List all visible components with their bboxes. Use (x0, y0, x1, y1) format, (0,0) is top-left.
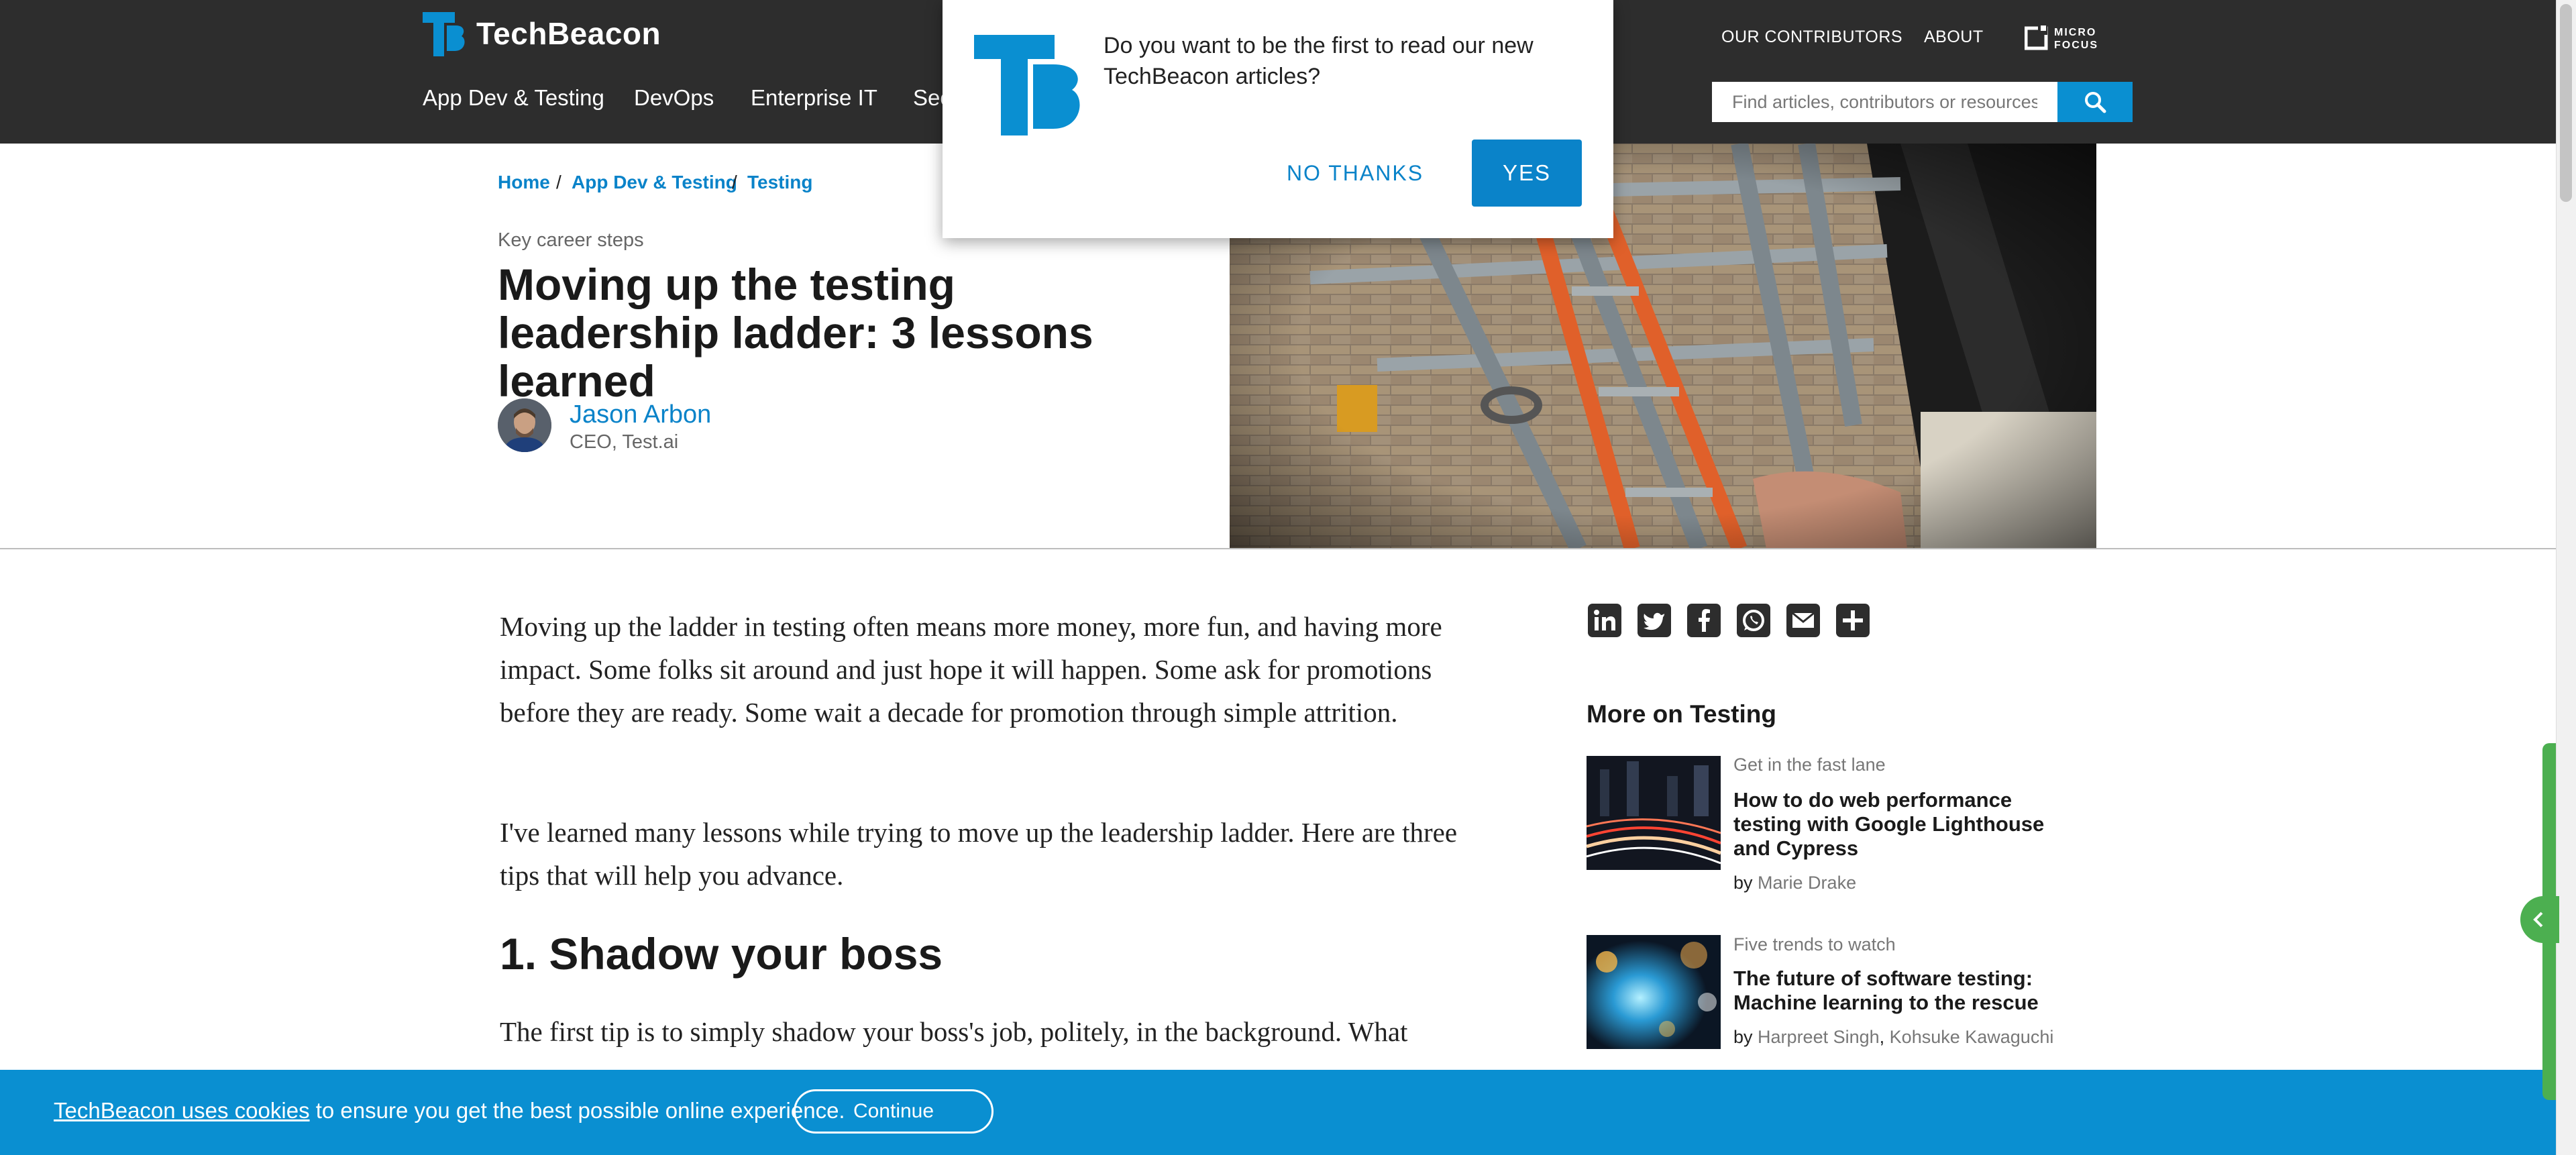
svg-text:MICRO: MICRO (2054, 27, 2096, 38)
scrollbar-thumb[interactable] (2560, 4, 2572, 202)
card-thumbnail[interactable] (1587, 756, 1721, 870)
author-avatar[interactable] (498, 398, 551, 452)
search-button[interactable] (2057, 82, 2133, 122)
article-paragraph: The first tip is to simply shadow your b… (500, 1016, 1408, 1047)
email-icon[interactable] (1786, 604, 1820, 637)
article-paragraph: I've learned many lessons while trying t… (500, 817, 1458, 891)
breadcrumb-home[interactable]: Home (498, 170, 550, 195)
card-author-link[interactable]: Marie Drake (1758, 873, 1856, 893)
techbeacon-logo-icon (974, 35, 1080, 135)
section-heading: 1. Shadow your boss (500, 929, 943, 979)
chevron-left-icon (2533, 912, 2543, 928)
breadcrumb-app-dev-testing[interactable]: App Dev & Testing (572, 170, 737, 195)
techbeacon-logo-icon[interactable] (423, 12, 467, 56)
linkedin-icon[interactable] (1588, 604, 1621, 637)
our-contributors-link[interactable]: OUR CONTRIBUTORS (1721, 27, 1902, 47)
more-on-testing-heading: More on Testing (1587, 700, 1776, 728)
nav-devops[interactable]: DevOps (634, 84, 714, 112)
cookie-text: to ensure you get the best possible onli… (309, 1098, 845, 1123)
card-kicker: Five trends to watch (1733, 934, 1896, 954)
card-kicker: Get in the fast lane (1733, 755, 1886, 775)
nav-enterprise-it[interactable]: Enterprise IT (751, 84, 877, 112)
author-name-link[interactable]: Jason Arbon (570, 400, 711, 429)
nav-app-dev-testing[interactable]: App Dev & Testing (423, 84, 604, 112)
micro-focus-logo-icon[interactable]: MICRO FOCUS (2025, 24, 2132, 51)
svg-text:FOCUS: FOCUS (2054, 40, 2098, 51)
no-thanks-button[interactable]: NO THANKS (1275, 140, 1436, 207)
feedback-tab[interactable] (2520, 896, 2559, 943)
article-title: Moving up the testing leadership ladder:… (498, 260, 1093, 406)
card-byline: by Harpreet Singh, Kohsuke Kawaguchi (1733, 1027, 2054, 1047)
twitter-icon[interactable] (1638, 604, 1671, 637)
about-link[interactable]: ABOUT (1924, 27, 1984, 47)
hero-divider (0, 548, 2556, 549)
card-byline: by Marie Drake (1733, 872, 1856, 893)
yes-button[interactable]: YES (1472, 140, 1582, 207)
breadcrumb-separator: / (556, 172, 561, 192)
author-photo (498, 398, 551, 452)
breadcrumb-separator: / (732, 172, 737, 192)
article-kicker: Key career steps (498, 229, 644, 251)
facebook-icon[interactable] (1687, 604, 1721, 637)
author-title: CEO, Test.ai (570, 431, 679, 453)
card-title-link[interactable]: How to do web performance testing with G… (1733, 788, 2082, 861)
cookie-policy-link[interactable]: TechBeacon uses cookies (54, 1098, 310, 1123)
by-label: by (1733, 1027, 1753, 1047)
by-label: by (1733, 873, 1753, 893)
cookie-continue-button[interactable]: Continue (794, 1089, 994, 1134)
search-input[interactable] (1712, 82, 2057, 122)
article-paragraph: Moving up the ladder in testing often me… (500, 611, 1442, 728)
search-icon (2085, 92, 2106, 113)
card-author-link[interactable]: Kohsuke Kawaguchi (1890, 1027, 2054, 1047)
whatsapp-icon[interactable] (1737, 604, 1770, 637)
brand-name[interactable]: TechBeacon (476, 13, 661, 54)
plus-icon[interactable] (1836, 604, 1870, 637)
card-author-link[interactable]: Harpreet Singh (1758, 1027, 1880, 1047)
breadcrumb-testing[interactable]: Testing (747, 170, 812, 195)
card-thumbnail[interactable] (1587, 935, 1721, 1049)
card-title-link[interactable]: The future of software testing: Machine … (1733, 967, 2082, 1015)
cookie-message: TechBeacon uses cookies to ensure you ge… (54, 1097, 845, 1124)
popup-message: Do you want to be the first to read our … (1104, 33, 1534, 89)
